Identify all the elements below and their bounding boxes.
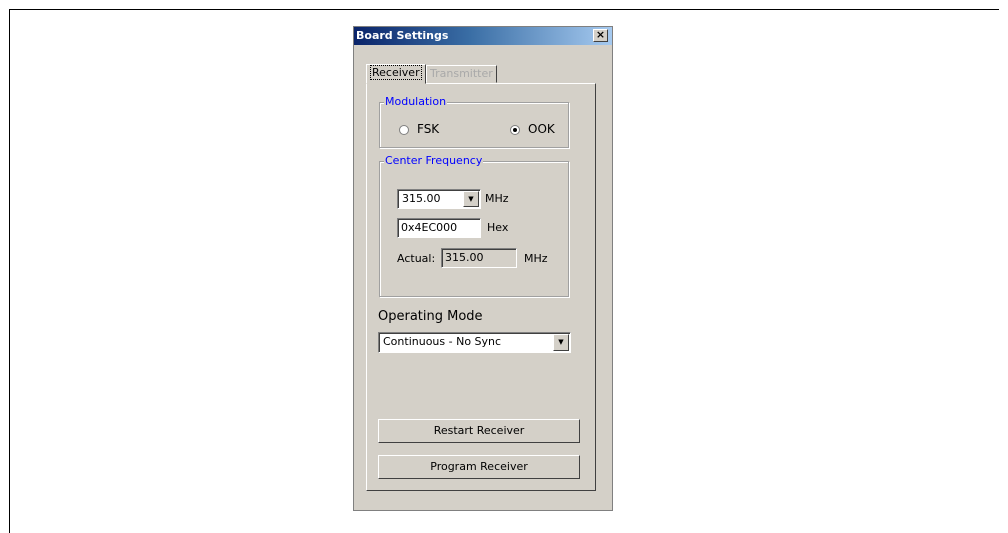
modulation-group: Modulation FSK OOK — [379, 95, 569, 148]
close-icon[interactable]: × — [593, 29, 608, 42]
actual-frequency-field: 315.00 — [441, 248, 517, 268]
tab-receiver[interactable]: Receiver — [366, 64, 426, 84]
hex-input[interactable]: 0x4EC000 — [397, 218, 481, 238]
chevron-down-icon[interactable]: ▼ — [553, 334, 569, 351]
dialog-title: Board Settings — [356, 29, 449, 42]
board-settings-dialog: Board Settings × Receiver Transmitter Mo… — [353, 26, 613, 511]
hex-input-value: 0x4EC000 — [401, 221, 458, 234]
title-bar[interactable]: Board Settings × — [354, 27, 612, 45]
background-frame-left — [9, 9, 10, 533]
actual-label: Actual: — [397, 252, 436, 265]
background-frame-top — [9, 9, 999, 10]
actual-frequency-value: 315.00 — [445, 251, 484, 264]
fsk-radio-label[interactable]: FSK — [417, 122, 439, 136]
actual-unit-label: MHz — [524, 252, 548, 265]
program-receiver-button-label: Program Receiver — [430, 460, 528, 473]
operating-mode-label: Operating Mode — [378, 309, 483, 324]
operating-mode-select[interactable]: Continuous - No Sync ▼ — [378, 332, 571, 353]
frequency-unit-label: MHz — [485, 192, 509, 205]
center-frequency-group-label: Center Frequency — [384, 154, 484, 167]
ook-radio[interactable] — [510, 125, 520, 135]
close-button-label: × — [595, 28, 606, 41]
tab-transmitter[interactable]: Transmitter — [426, 65, 497, 83]
frequency-select-value: 315.00 — [402, 192, 441, 205]
chevron-down-icon[interactable]: ▼ — [463, 191, 479, 207]
center-frequency-group: Center Frequency 315.00 ▼ MHz 0x4EC000 H… — [379, 154, 569, 297]
restart-receiver-button[interactable]: Restart Receiver — [378, 419, 580, 443]
program-receiver-button[interactable]: Program Receiver — [378, 455, 580, 479]
modulation-group-label: Modulation — [384, 95, 448, 108]
frequency-select[interactable]: 315.00 ▼ — [397, 189, 481, 209]
fsk-radio[interactable] — [399, 125, 409, 135]
tab-transmitter-label: Transmitter — [430, 67, 493, 80]
ook-radio-label[interactable]: OOK — [528, 122, 555, 136]
hex-label: Hex — [487, 221, 509, 234]
restart-receiver-button-label: Restart Receiver — [433, 424, 525, 437]
tab-receiver-label: Receiver — [370, 65, 422, 80]
operating-mode-select-value: Continuous - No Sync — [383, 335, 502, 348]
